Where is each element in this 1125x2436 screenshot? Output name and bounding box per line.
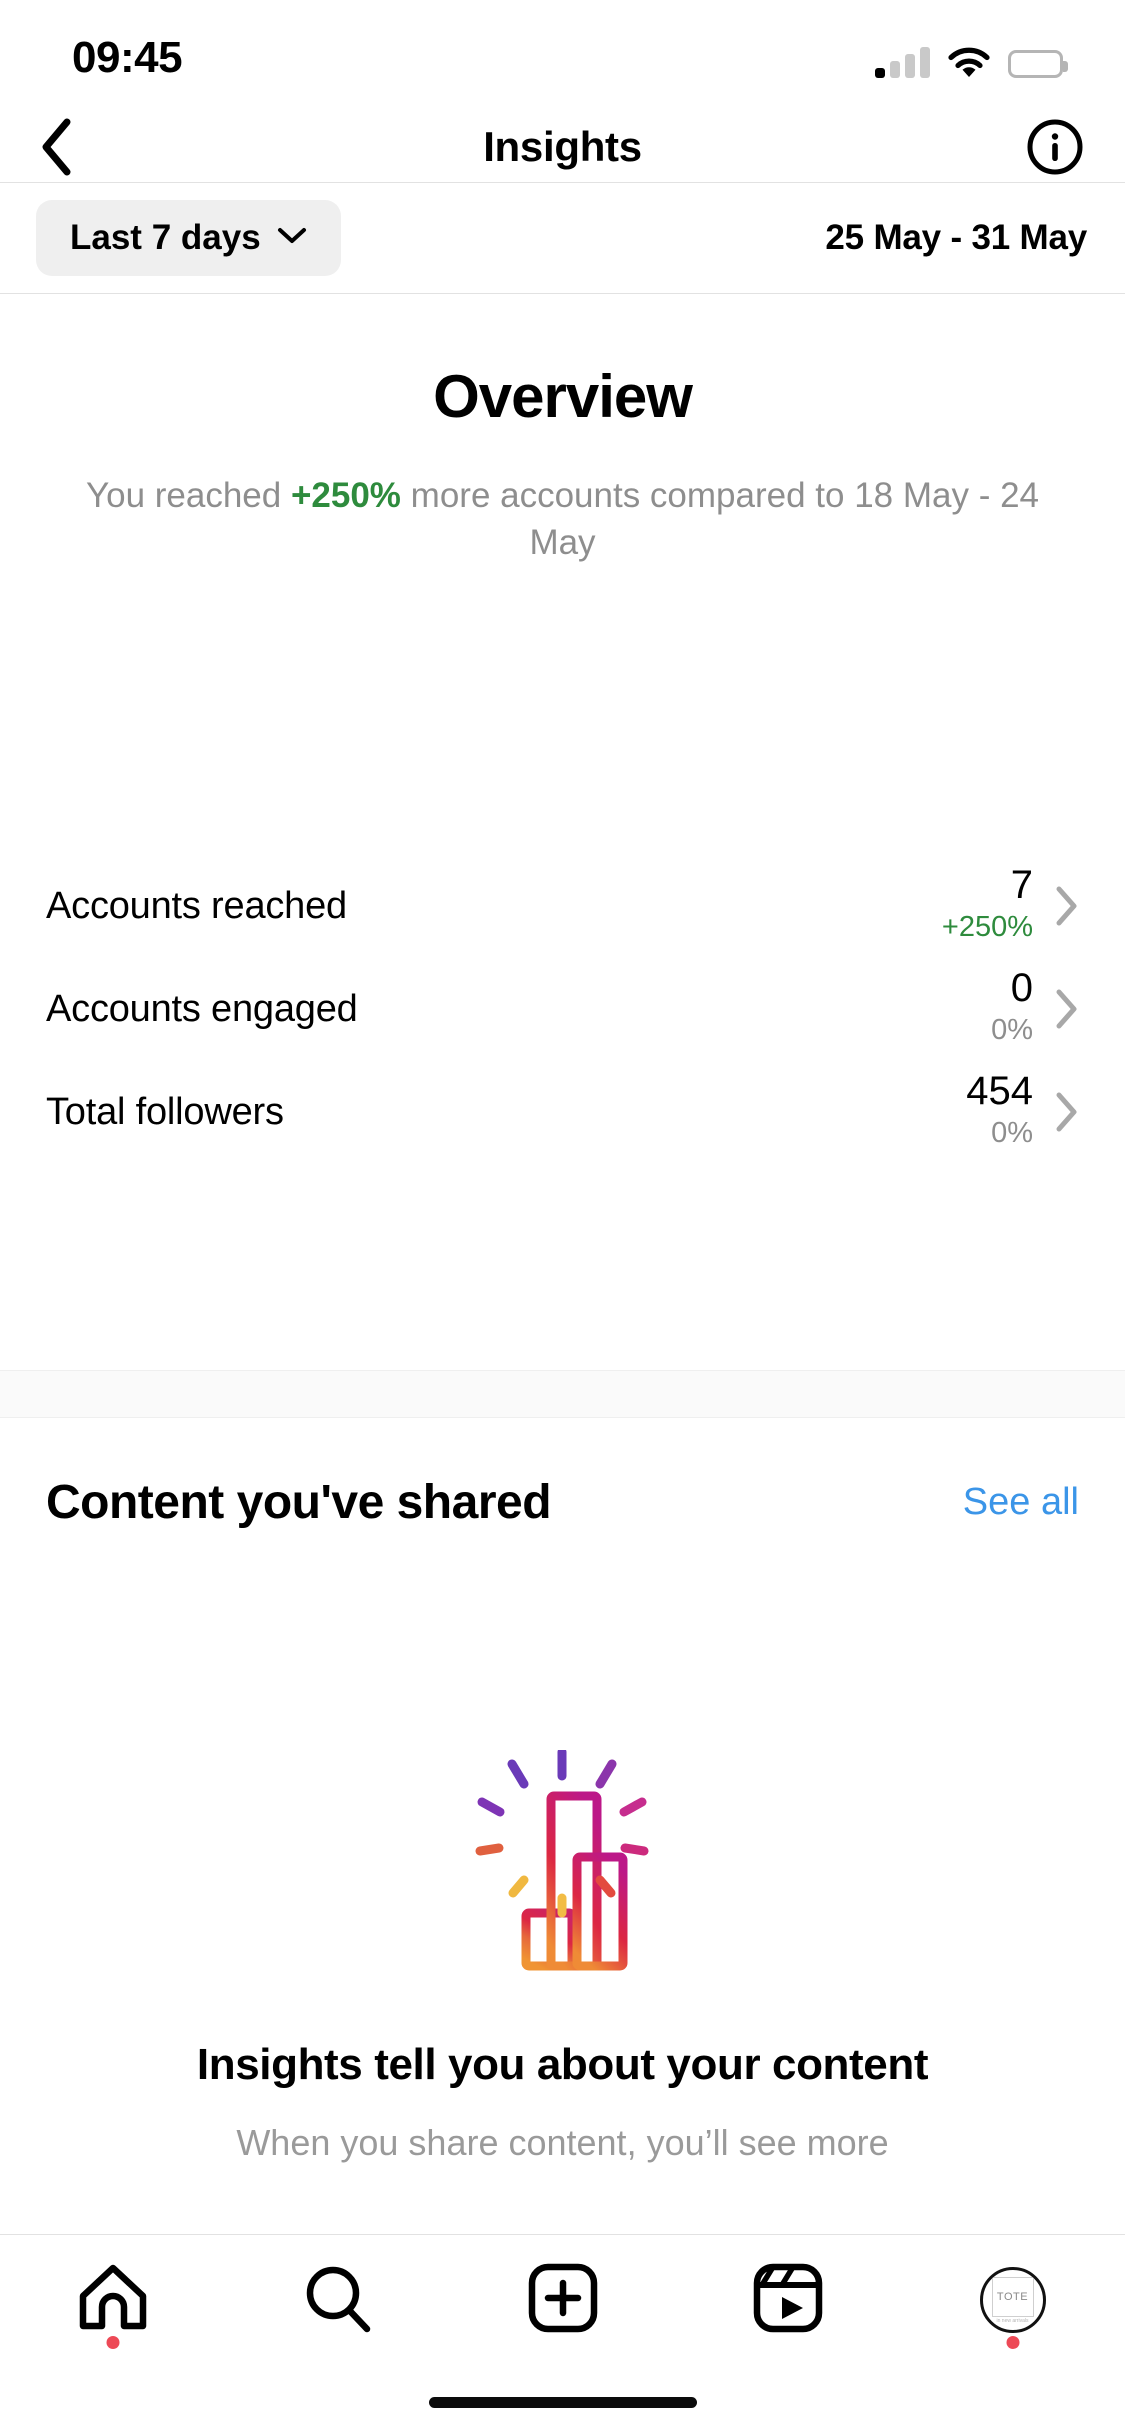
metric-delta: 0% [991,1014,1033,1047]
tab-profile[interactable]: TOTE in new arrivals [958,2245,1068,2355]
metric-values: 454 0% [966,1070,1033,1154]
reels-icon [753,2263,823,2338]
profile-avatar-icon: TOTE in new arrivals [979,2267,1046,2333]
empty-state: Insights tell you about your content Whe… [0,1750,1125,2164]
metric-values: 0 0% [991,967,1033,1051]
back-button[interactable] [26,117,86,177]
status-indicators [875,38,1068,78]
metric-label: Total followers [46,1091,284,1133]
metric-value: 0 [1010,966,1033,1011]
metric-value: 454 [966,1069,1033,1114]
date-range-label: 25 May - 31 May [825,218,1087,257]
timeframe-selector[interactable]: Last 7 days [36,200,341,276]
overview-title: Overview [433,363,693,430]
profile-badge-dot [1006,2336,1019,2349]
avatar-text: TOTE [996,2290,1029,2303]
metrics-list: Accounts reached 7 +250% Accounts engage… [0,855,1125,1164]
insights-screen: 09:45 Insights Last 7 days 25 May - 31 M… [0,0,1125,2436]
overview-section: Overview You reached +250% more accounts… [0,294,1125,566]
metric-row-accounts-reached[interactable]: Accounts reached 7 +250% [46,855,1079,958]
empty-state-subtitle: When you share content, you’ll see more [236,2122,889,2163]
timeframe-label: Last 7 days [70,218,261,257]
metric-right-group: 7 +250% [942,864,1079,948]
wifi-icon [948,47,990,78]
search-icon [301,2261,375,2340]
date-filter-row: Last 7 days 25 May - 31 May [0,183,1125,293]
page-title: Insights [483,123,642,170]
info-circle-icon[interactable] [1025,117,1085,177]
empty-state-title: Insights tell you about your content [196,2040,929,2089]
metric-value: 7 [1010,863,1033,908]
metric-label: Accounts engaged [46,988,358,1030]
avatar-subtext: in new arrivals [996,2317,1029,2324]
avatar-image: TOTE [991,2276,1034,2317]
section-divider [0,1370,1125,1418]
see-all-link[interactable]: See all [963,1481,1079,1524]
status-time: 09:45 [72,33,183,82]
summary-suffix: more accounts compared to 18 May - 24 Ma… [400,476,1040,562]
chevron-right-icon [1055,988,1079,1030]
content-shared-header: Content you've shared See all [0,1475,1125,1530]
chevron-right-icon [1055,885,1079,927]
chevron-down-icon [277,227,307,250]
battery-full-icon [1008,50,1068,78]
metric-right-group: 454 0% [966,1070,1079,1154]
chevron-right-icon [1055,1091,1079,1133]
overview-summary: You reached +250% more accounts compared… [0,473,1125,566]
home-indicator [428,2397,697,2408]
tab-home[interactable] [58,2245,168,2355]
cellular-signal-icon [875,46,930,78]
metric-row-total-followers[interactable]: Total followers 454 0% [46,1061,1079,1164]
metric-label: Accounts reached [46,885,347,927]
summary-highlight: +250% [290,476,401,515]
metric-delta: 0% [991,1117,1033,1150]
tab-create[interactable] [508,2245,618,2355]
bottom-tab-bar: TOTE in new arrivals [0,2235,1125,2365]
home-badge-dot [106,2336,119,2349]
summary-prefix: You reached [85,476,291,515]
create-plus-icon [528,2263,598,2338]
metric-values: 7 +250% [942,864,1033,948]
metric-right-group: 0 0% [991,967,1079,1051]
metric-delta: +250% [941,911,1033,944]
tab-search[interactable] [283,2245,393,2355]
navigation-header: Insights [0,112,1125,182]
status-bar: 09:45 [0,0,1125,112]
home-icon [76,2262,150,2339]
tab-reels[interactable] [733,2245,843,2355]
metric-row-accounts-engaged[interactable]: Accounts engaged 0 0% [46,958,1079,1061]
bar-chart-sparkle-icon [0,1750,1125,2000]
content-shared-title: Content you've shared [46,1476,552,1529]
